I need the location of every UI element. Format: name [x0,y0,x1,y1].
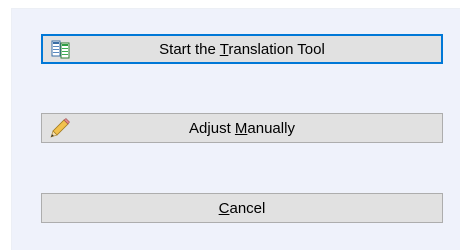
translation-tool-icon [51,39,71,59]
adjust-manually-button[interactable]: Adjust Manually [41,113,443,143]
start-translation-tool-button[interactable]: Start the Translation Tool [41,34,443,64]
cancel-button[interactable]: Cancel [41,193,443,223]
start-translation-tool-label: Start the Translation Tool [159,40,325,58]
adjust-manually-label: Adjust Manually [189,119,295,137]
cancel-label: Cancel [218,199,266,217]
pencil-icon [50,118,70,138]
